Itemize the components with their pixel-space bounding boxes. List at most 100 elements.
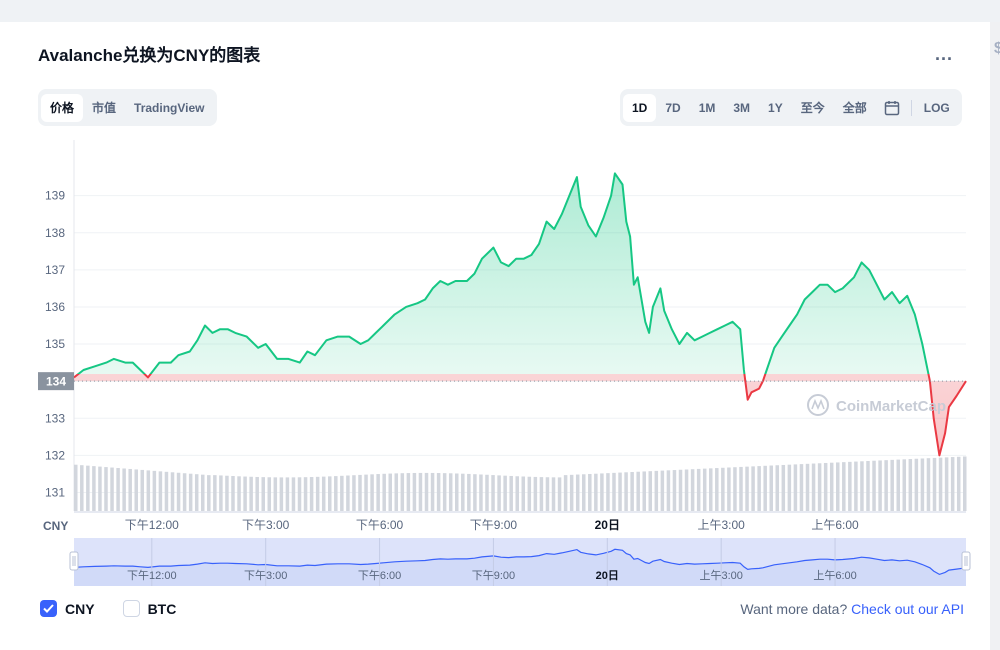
volume-bar <box>630 472 634 511</box>
x-tick-label: 下午12:00 <box>125 518 179 532</box>
volume-bar <box>902 459 907 511</box>
volume-bar <box>98 466 102 511</box>
navigator-tick-label: 下午9:00 <box>472 569 515 582</box>
volume-bar <box>328 476 332 511</box>
navigator-tick-label: 下午12:00 <box>127 569 177 582</box>
x-axis-labels: 下午12:00 下午3:00 下午6:00 下午9:00 20日 上午3:00 上午6:00 <box>125 518 859 532</box>
volume-bar <box>811 463 816 511</box>
volume-bar <box>727 467 731 511</box>
volume-bar <box>721 467 725 511</box>
volume-bar <box>884 460 888 511</box>
volume-bar <box>775 465 780 511</box>
volume-bar <box>757 466 761 511</box>
navigator-tick-label: 下午6:00 <box>358 569 401 582</box>
volume-bar <box>938 457 943 511</box>
volume-bar <box>116 468 120 511</box>
volume-bars <box>74 456 967 511</box>
volume-bar <box>122 468 126 511</box>
cny-checkbox[interactable] <box>40 600 57 617</box>
volume-bar <box>702 468 707 511</box>
volume-bar <box>557 477 562 511</box>
volume-bar <box>315 476 320 511</box>
navigator-tick-label: 上午6:00 <box>813 569 856 582</box>
volume-bar <box>243 476 247 511</box>
check-icon <box>43 604 54 613</box>
volume-bar <box>848 461 852 511</box>
navigator-left-handle[interactable] <box>69 551 79 571</box>
more-data-text: Want more data? <box>740 601 848 617</box>
reference-price-label: 134 <box>46 375 66 389</box>
volume-bar <box>297 477 302 511</box>
watermark-text: CoinMarketCap <box>836 398 946 415</box>
volume-bar <box>799 464 804 511</box>
volume-bar <box>569 474 574 511</box>
volume-bar <box>509 475 513 511</box>
volume-bar <box>890 459 894 511</box>
volume-bar <box>950 457 955 511</box>
volume-bar <box>334 476 338 511</box>
volume-bar <box>497 475 501 511</box>
volume-bar <box>346 475 350 511</box>
volume-bar <box>963 456 967 511</box>
volume-bar <box>370 474 374 511</box>
volume-bar <box>642 471 646 511</box>
volume-bar <box>715 468 719 511</box>
volume-bar <box>793 464 798 511</box>
y-tick-label: 135 <box>45 337 65 351</box>
volume-bar <box>491 475 495 511</box>
volume-bar <box>473 474 477 511</box>
price-chart[interactable]: 131132133135136137138139134CNY 下午12:00 下午… <box>0 0 1000 650</box>
volume-bar <box>237 476 241 511</box>
y-tick-label: 131 <box>45 485 65 499</box>
volume-bar <box>225 475 229 511</box>
volume-bar <box>376 474 380 511</box>
volume-bar <box>829 462 834 511</box>
volume-bar <box>545 477 550 511</box>
volume-bar <box>908 459 913 511</box>
x-tick-label: 下午9:00 <box>470 518 518 532</box>
volume-bar <box>358 474 362 511</box>
volume-bar <box>170 472 175 511</box>
volume-bar <box>201 474 205 511</box>
volume-bar <box>854 461 858 511</box>
navigator-tick-label: 下午3:00 <box>244 569 287 582</box>
volume-bar <box>394 473 399 511</box>
navigator-right-handle[interactable] <box>961 551 971 571</box>
volume-bar <box>606 473 610 511</box>
volume-bar <box>926 458 931 511</box>
volume-bar <box>860 461 864 511</box>
currency-axis-label: CNY <box>43 519 68 533</box>
volume-bar <box>424 472 429 511</box>
volume-bar <box>412 472 417 511</box>
price-area <box>73 172 967 457</box>
volume-bar <box>80 465 84 511</box>
volume-bar <box>303 477 308 511</box>
volume-bar <box>696 468 701 511</box>
volume-bar <box>666 470 671 511</box>
volume-bar <box>684 469 689 511</box>
volume-bar <box>654 470 659 511</box>
volume-bar <box>660 470 665 511</box>
api-link[interactable]: Check out our API <box>851 601 964 617</box>
volume-bar <box>618 472 622 511</box>
volume-bar <box>624 472 628 511</box>
volume-bar <box>176 472 181 511</box>
volume-bar <box>140 469 145 511</box>
coinmarketcap-logo-icon <box>807 394 829 416</box>
volume-bar <box>455 473 459 511</box>
volume-bar <box>207 475 211 511</box>
volume-bar <box>503 475 507 511</box>
volume-bar <box>787 464 792 511</box>
volume-bar <box>527 476 532 511</box>
volume-bar <box>533 476 538 511</box>
volume-bar <box>219 475 223 511</box>
btc-checkbox[interactable] <box>122 600 140 617</box>
volume-bar <box>582 474 586 511</box>
volume-bar <box>213 475 217 511</box>
volume-bar <box>479 474 483 511</box>
volume-bar <box>636 471 640 511</box>
volume-bar <box>733 467 737 511</box>
y-tick-label: 138 <box>45 226 65 240</box>
volume-bar <box>594 473 598 511</box>
volume-bar <box>823 462 828 511</box>
